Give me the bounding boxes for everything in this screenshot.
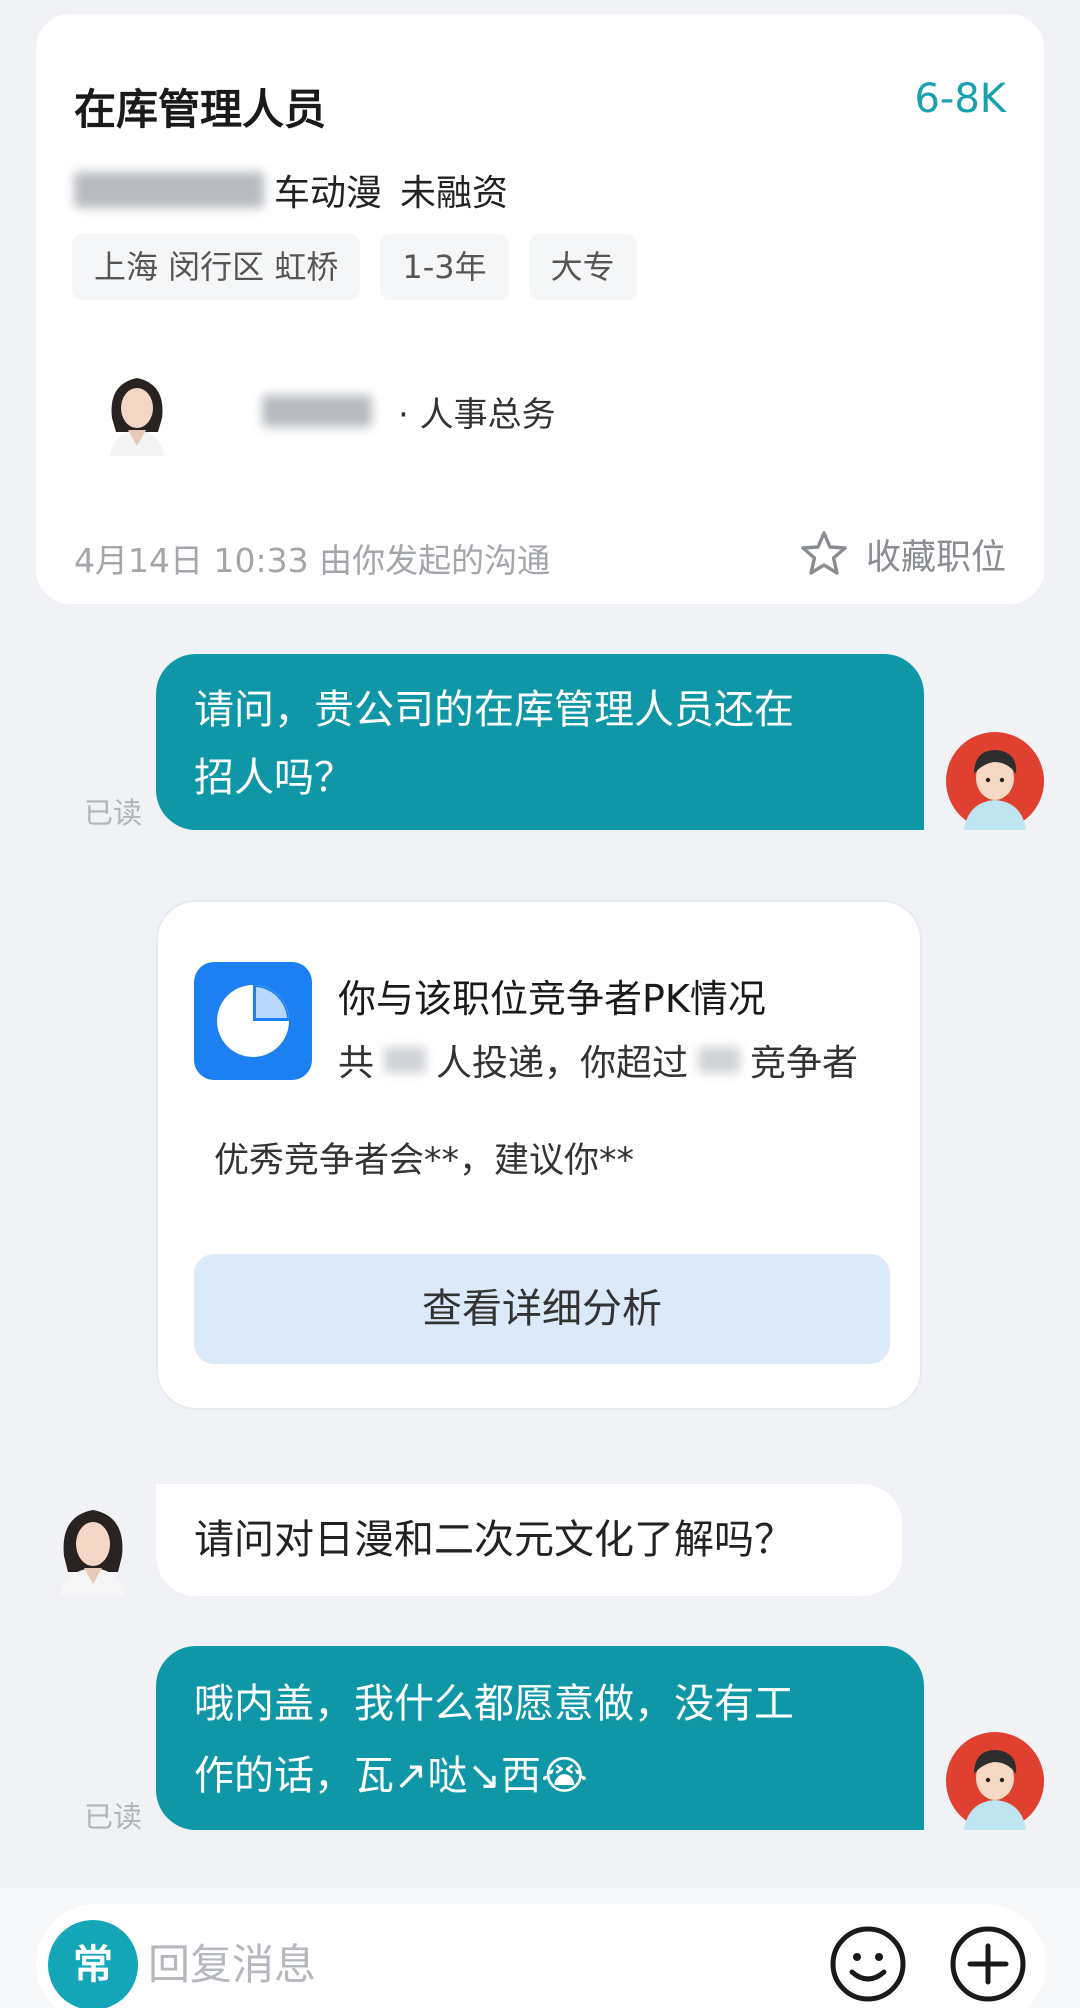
company-funding: 未融资 [400,173,509,214]
message-text-line: 招人吗？ [194,755,354,801]
applicant-count-blurred [384,1047,427,1073]
message-bubble-outgoing[interactable]: 请问，贵公司的在库管理人员还在 招人吗？ [156,654,924,830]
message-text-line-wrap: 作的话，瓦↗哒↘西😭 [194,1740,884,1812]
job-tags: 上海 闵行区 虹桥 1-3年 大专 [72,234,637,300]
pk-description: 共 人投递，你超过 竞争者 [338,1034,858,1086]
tag-location: 上海 闵行区 虹桥 [72,234,361,300]
message-text-line: 哦内盖，我什么都愿意做，没有工 [194,1681,794,1727]
beat-percent-blurred [698,1047,741,1073]
reply-input[interactable]: 常 回复消息 [36,1904,1046,2008]
recruiter-role: · 人事总务 [398,394,556,435]
favorite-label: 收藏职位 [865,537,1006,578]
pk-icon-container [194,962,312,1080]
view-detailed-analysis-button[interactable]: 查看详细分析 [194,1254,890,1364]
recruiter-avatar[interactable] [92,366,182,456]
read-status: 已读 [84,796,143,830]
message-bubble-incoming[interactable]: 请问对日漫和二次元文化了解吗？ [156,1484,902,1596]
job-card[interactable]: 在库管理人员 6-8K 车动漫 未融资 上海 闵行区 虹桥 1-3年 大专 · … [36,14,1044,604]
pk-desc-prefix: 共 [338,1043,375,1084]
pk-hint: 优秀竞争者会**，建议你** [214,1141,635,1181]
plus-circle-icon[interactable] [946,1922,1030,2006]
job-salary: 6-8K [914,76,1006,122]
favorite-job-button[interactable]: 收藏职位 [798,528,1006,580]
tag-experience: 1-3年 [380,234,509,300]
pk-desc-middle: 人投递，你超过 [436,1043,689,1084]
read-status: 已读 [84,1800,143,1834]
company-name-blurred [74,172,264,208]
conversation-start-time: 4月14日 10:33 由你发起的沟通 [74,541,551,580]
common-phrases-button[interactable]: 常 [48,1920,138,2008]
pk-desc-suffix: 竞争者 [750,1043,859,1084]
job-title: 在库管理人员 [74,85,327,134]
pie-chart-icon [217,985,289,1057]
tag-education: 大专 [528,234,637,300]
star-outline-icon [801,531,847,575]
competitor-pk-card[interactable]: 你与该职位竞争者PK情况 共 人投递，你超过 竞争者 优秀竞争者会**，建议你*… [156,900,922,1410]
message-bubble-outgoing[interactable]: 哦内盖，我什么都愿意做，没有工 作的话，瓦↗哒↘西😭 [156,1646,924,1830]
recruiter-name-blurred [262,395,372,427]
recruiter-avatar-chat[interactable] [44,1498,142,1596]
pk-title: 你与该职位竞争者PK情况 [338,977,766,1021]
company-line: 车动漫 未融资 [74,164,508,216]
smiley-icon[interactable] [826,1922,910,2006]
message-text: 请问对日漫和二次元文化了解吗？ [194,1517,794,1563]
my-avatar[interactable] [946,1732,1044,1830]
message-text-line: 作的话，瓦↗哒↘西 [194,1753,542,1799]
recruiter-row[interactable]: · 人事总务 [92,366,556,456]
reply-placeholder: 回复消息 [148,1940,317,1989]
crying-emoji: 😭 [541,1753,588,1799]
my-avatar[interactable] [946,732,1044,830]
company-industry: 车动漫 [274,173,383,214]
message-text-line: 请问，贵公司的在库管理人员还在 [194,687,794,733]
input-bar: 常 回复消息 [0,1888,1080,2008]
